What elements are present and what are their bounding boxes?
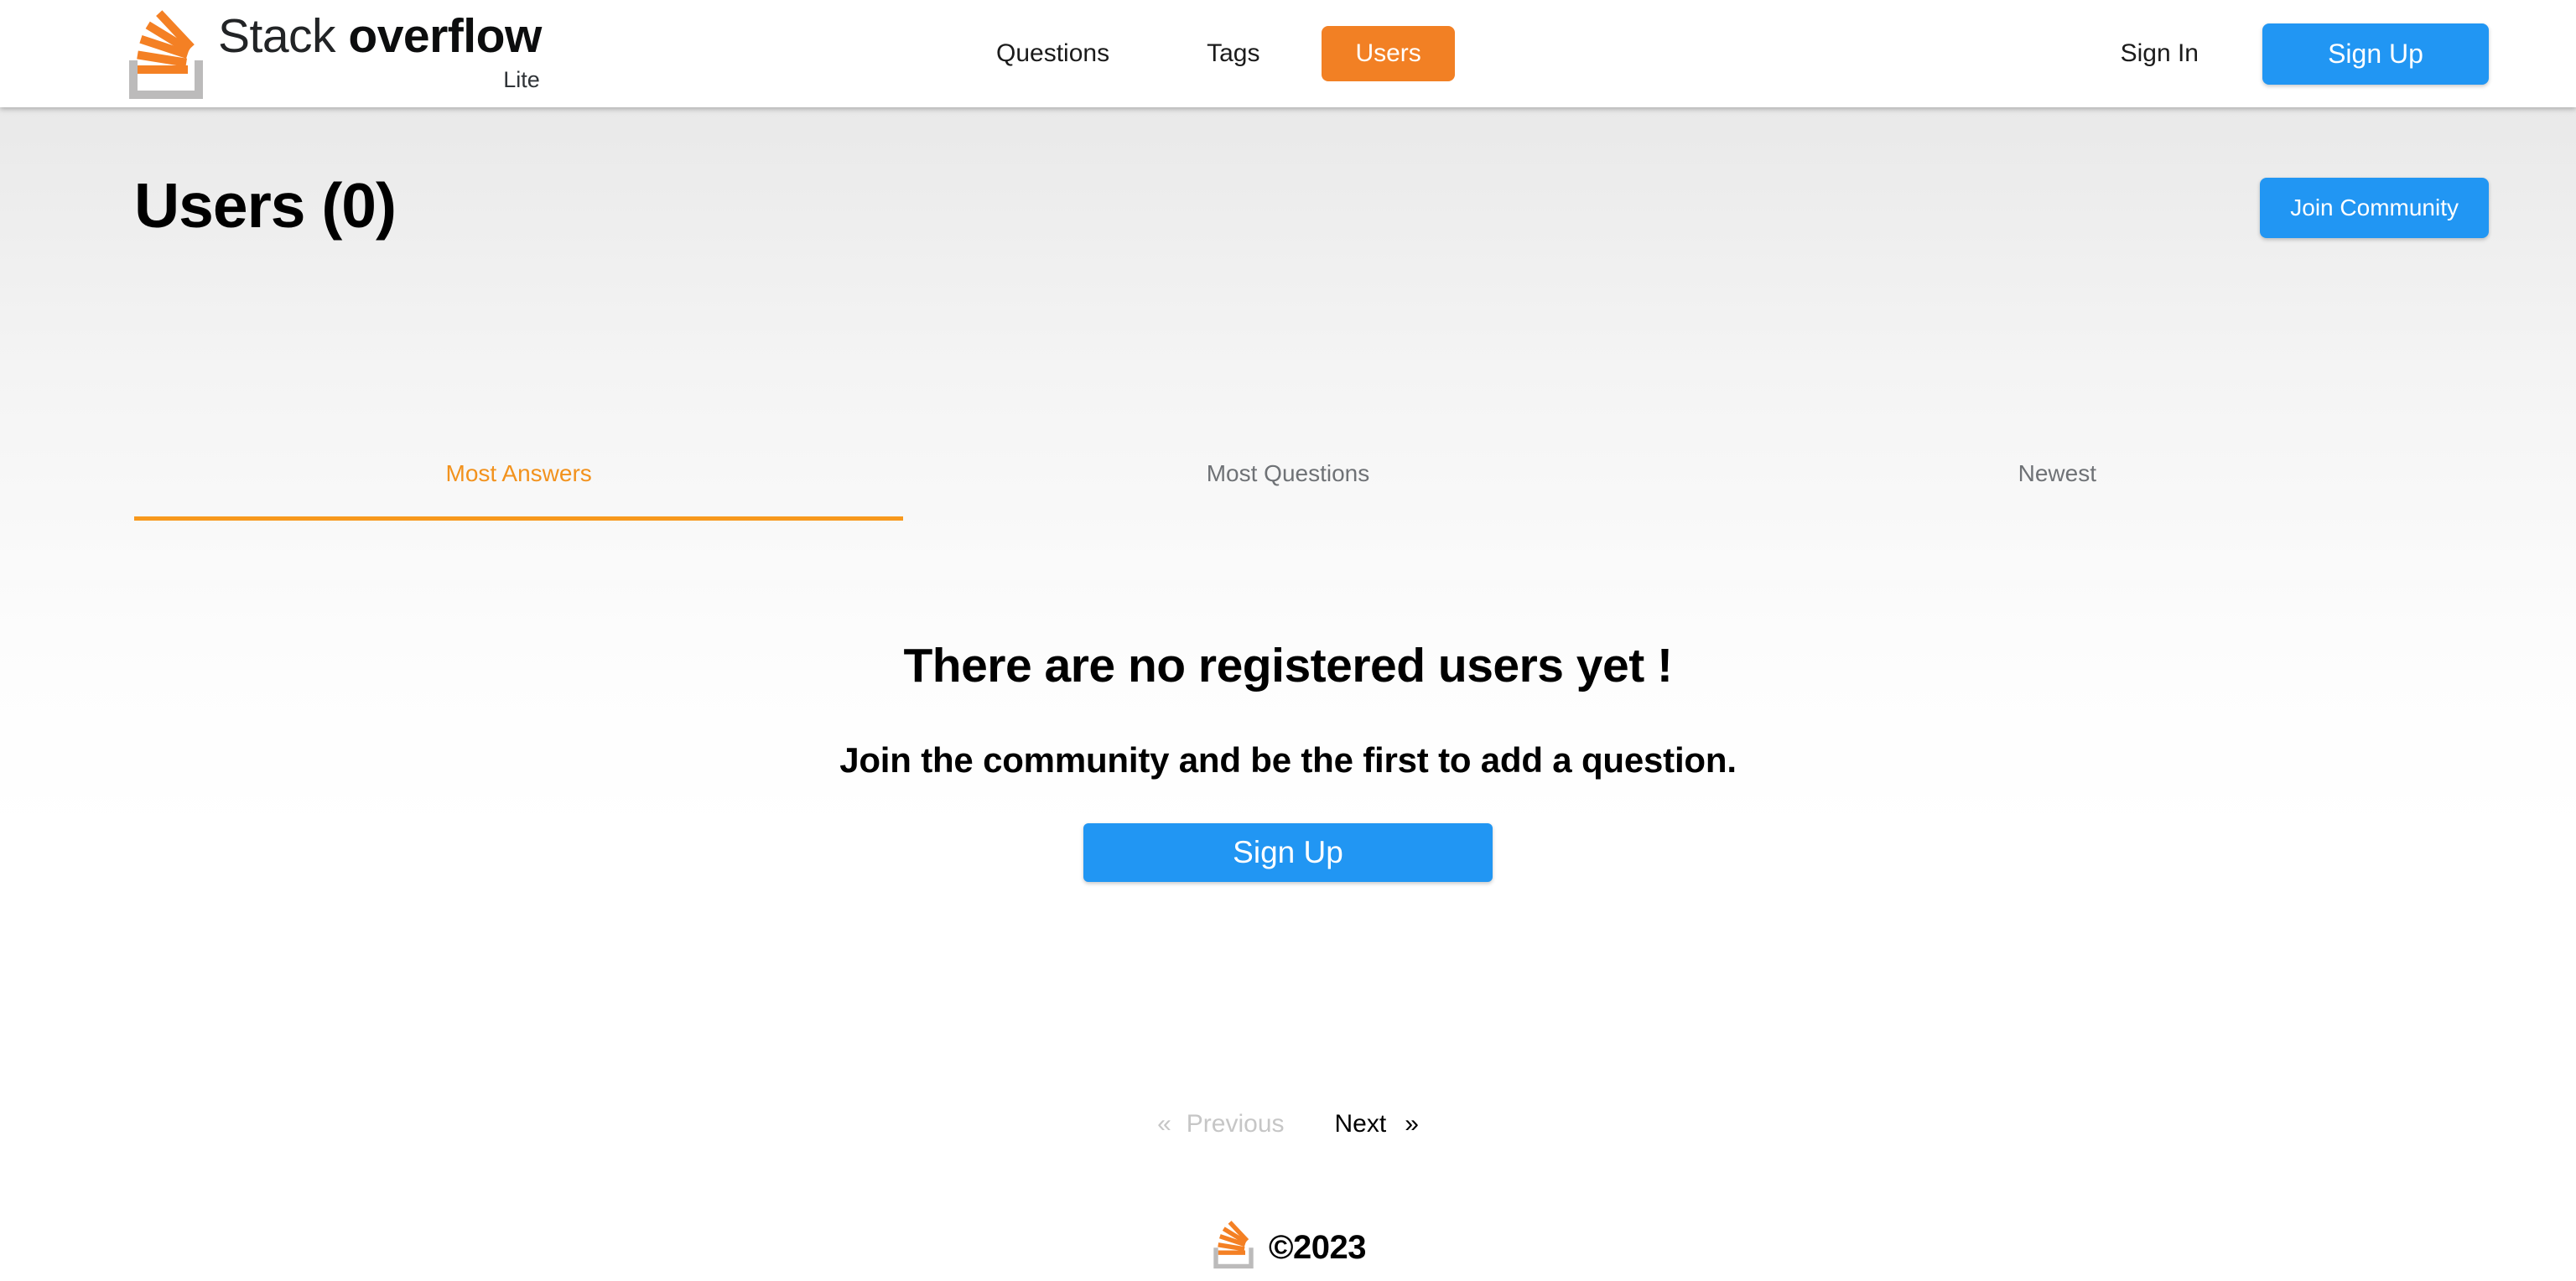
header-account-actions: Sign In Sign Up (2121, 0, 2489, 107)
site-header: Stack overflow Lite Questions Tags Users… (0, 0, 2576, 107)
tab-most-answers[interactable]: Most Answers (134, 459, 904, 521)
brand-word-light: Stack (218, 9, 349, 63)
brand-subtitle: Lite (503, 67, 540, 92)
footer-inner: ©2023 (1210, 1211, 1366, 1278)
sign-up-button-header[interactable]: Sign Up (2262, 23, 2489, 85)
page-header-row: Users (0) Join Community (0, 168, 2576, 268)
empty-state-subheading: Join the community and be the first to a… (839, 740, 1737, 780)
nav-item-questions[interactable]: Questions (973, 29, 1133, 78)
app-root: Stack overflow Lite Questions Tags Users… (0, 0, 2576, 1281)
tab-most-questions[interactable]: Most Questions (903, 459, 1672, 521)
chevron-left-icon: « (1157, 1110, 1171, 1138)
empty-state: There are no registered users yet ! Join… (0, 635, 2576, 882)
join-community-button[interactable]: Join Community (2260, 178, 2489, 238)
pagination-previous[interactable]: Previous (1187, 1109, 1285, 1139)
stack-overflow-logo-icon (1210, 1211, 1257, 1278)
sort-tabs: Most Answers Most Questions Newest (134, 459, 2442, 521)
page-title: Users (0) (134, 170, 397, 241)
empty-state-heading: There are no registered users yet ! (903, 639, 1673, 692)
footer-copyright: ©2023 (1269, 1229, 1366, 1266)
brand-word-bold: overflow (348, 9, 542, 63)
site-footer: ©2023 (0, 1147, 2576, 1281)
nav-item-tags[interactable]: Tags (1183, 29, 1283, 78)
pagination-next[interactable]: Next (1335, 1109, 1387, 1139)
sign-in-link[interactable]: Sign In (2121, 39, 2199, 68)
primary-navigation: Questions Tags Users (973, 0, 1455, 107)
tab-newest[interactable]: Newest (1673, 459, 2442, 521)
brand-logo-link[interactable]: Stack overflow Lite (122, 0, 542, 107)
brand-wordmark: Stack overflow Lite (218, 7, 542, 101)
main-content: Users (0) Join Community Most Answers Mo… (0, 107, 2576, 1281)
nav-item-users[interactable]: Users (1322, 26, 1455, 81)
sign-up-button-main[interactable]: Sign Up (1083, 823, 1493, 882)
stack-overflow-logo-icon (122, 7, 210, 101)
pagination: « Previous Next » (0, 1109, 2576, 1139)
chevron-right-icon[interactable]: » (1405, 1109, 1419, 1139)
